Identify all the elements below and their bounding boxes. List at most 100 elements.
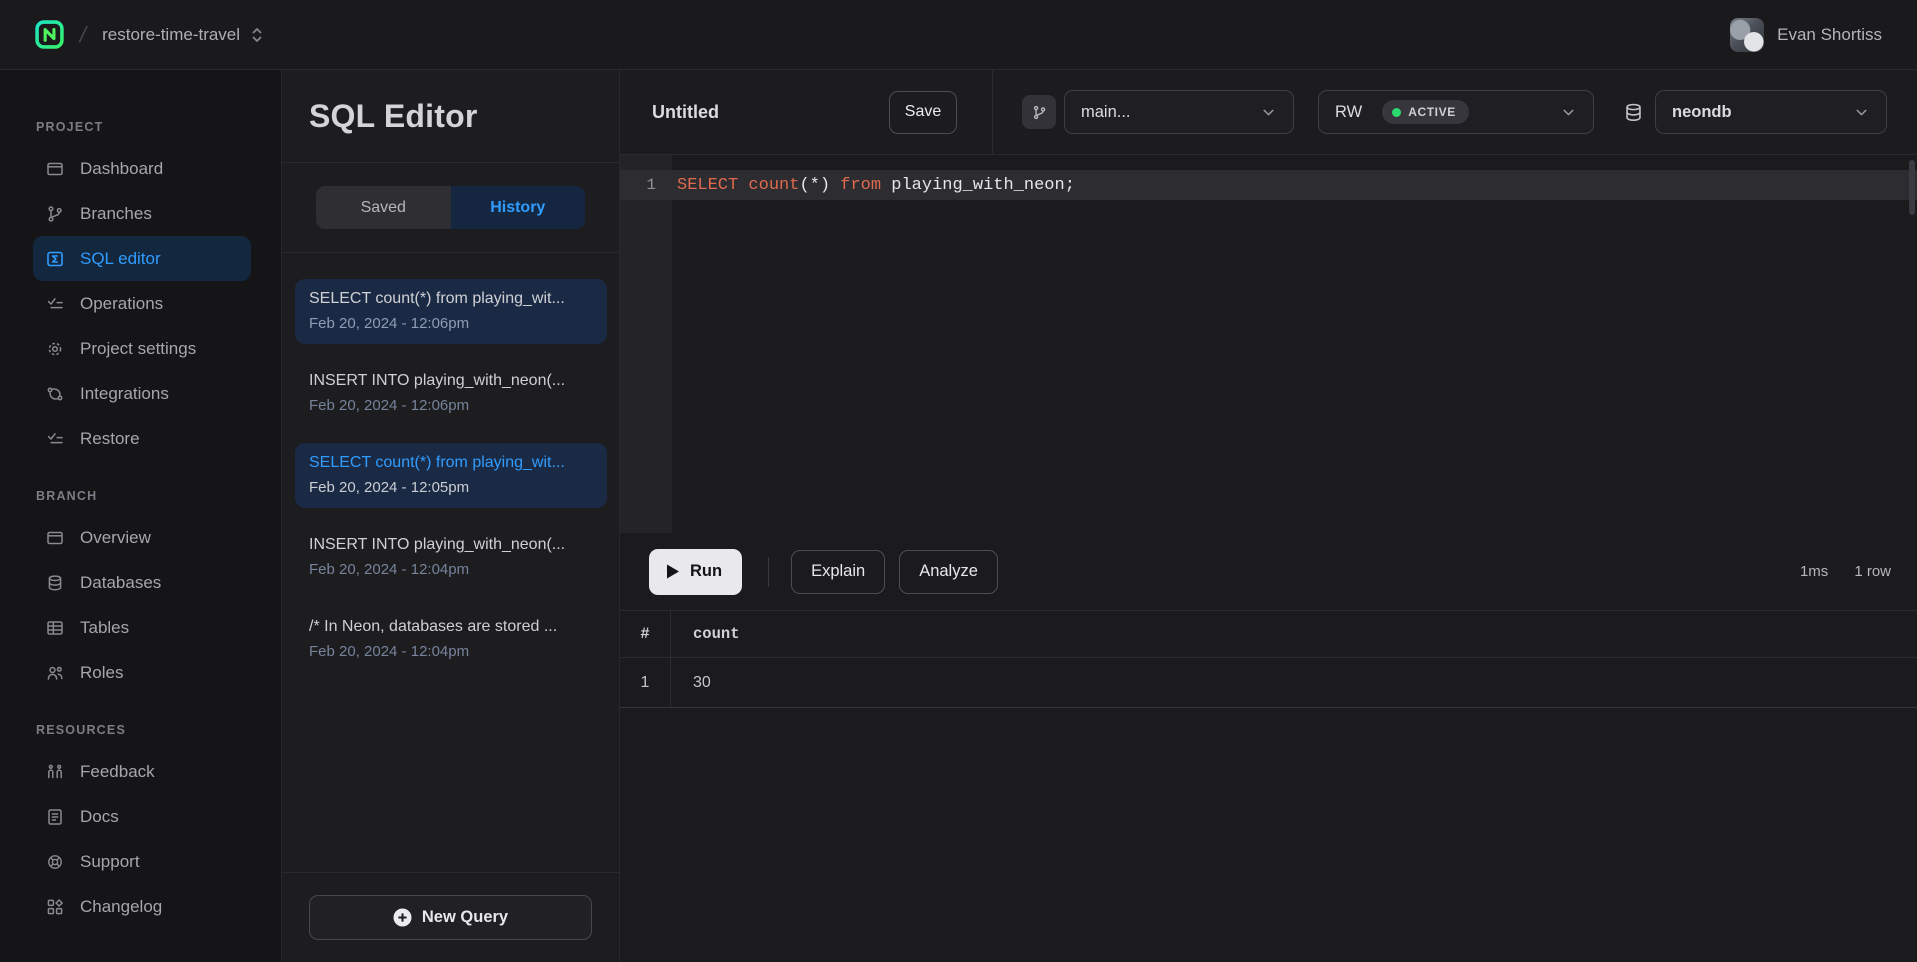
history-date: Feb 20, 2024 - 12:04pm [309, 643, 593, 660]
table-icon [45, 618, 65, 638]
sidebar-item-support[interactable]: Support [33, 839, 251, 884]
new-query-label: New Query [422, 908, 508, 927]
database-select-value: neondb [1672, 103, 1732, 122]
feedback-icon [45, 762, 65, 782]
tab-history[interactable]: History [451, 186, 586, 229]
scrollbar-thumb[interactable] [1909, 160, 1915, 215]
history-item[interactable]: SELECT count(*) from playing_wit... Feb … [295, 443, 607, 508]
branch-icon-button[interactable] [1022, 95, 1056, 129]
history-item[interactable]: INSERT INTO playing_with_neon(... Feb 20… [295, 525, 607, 590]
sidebar-item-sql-editor[interactable]: SQL editor [33, 236, 251, 281]
integrations-icon [45, 384, 65, 404]
editor-gutter [620, 155, 672, 533]
sidebar-item-label: Operations [80, 294, 163, 314]
sidebar-item-project-settings[interactable]: Project settings [33, 326, 251, 371]
tab-saved[interactable]: Saved [316, 186, 451, 229]
history-query: INSERT INTO playing_with_neon(... [309, 536, 593, 554]
git-branch-icon [45, 204, 65, 224]
run-button[interactable]: Run [649, 549, 742, 595]
dashboard-icon [45, 159, 65, 179]
neon-logo-icon[interactable] [35, 20, 64, 49]
branch-select[interactable]: main... [1064, 90, 1294, 134]
history-list: SELECT count(*) from playing_wit... Feb … [282, 253, 619, 872]
docs-icon [45, 807, 65, 827]
history-date: Feb 20, 2024 - 12:06pm [309, 315, 593, 332]
query-duration: 1ms [1800, 563, 1828, 580]
saved-history-tabs: Saved History [316, 186, 585, 229]
run-label: Run [690, 562, 722, 581]
section-label-project: PROJECT [36, 120, 281, 134]
sidebar-item-tables[interactable]: Tables [33, 605, 251, 650]
chevron-down-icon [1560, 104, 1577, 121]
status-dot-icon [1392, 108, 1401, 117]
sql-keyword: SELECT [677, 176, 748, 195]
sidebar-item-roles[interactable]: Roles [33, 650, 251, 695]
page-title: SQL Editor [309, 98, 478, 135]
sql-editor-icon [45, 249, 65, 269]
play-icon [665, 563, 680, 580]
status-badge: ACTIVE [1382, 100, 1469, 124]
sidebar-item-databases[interactable]: Databases [33, 560, 251, 605]
changelog-icon [45, 897, 65, 917]
breadcrumb-project-name[interactable]: restore-time-travel [102, 25, 240, 45]
results-table: # count 1 30 [620, 610, 1917, 962]
query-title[interactable]: Untitled [652, 102, 719, 123]
history-item[interactable]: INSERT INTO playing_with_neon(... Feb 20… [295, 361, 607, 426]
query-stats: 1ms 1 row [1800, 563, 1891, 580]
new-query-button[interactable]: New Query [309, 895, 592, 940]
sidebar-item-label: Feedback [80, 762, 155, 782]
history-date: Feb 20, 2024 - 12:06pm [309, 397, 593, 414]
compute-select[interactable]: RW ACTIVE [1318, 90, 1594, 134]
chevron-down-icon [1260, 104, 1277, 121]
life-buoy-icon [45, 852, 65, 872]
avatar[interactable] [1730, 18, 1764, 52]
results-header-row: # count [620, 610, 1917, 658]
users-icon [45, 663, 65, 683]
editor-active-line[interactable]: 1 SELECT count(*) from playing_with_neon… [620, 170, 1917, 200]
sidebar-item-label: Restore [80, 429, 140, 449]
code-editor[interactable]: 1 SELECT count(*) from playing_with_neon… [620, 155, 1917, 533]
restore-icon [45, 429, 65, 449]
line-number: 1 [620, 176, 656, 194]
sidebar-item-branches[interactable]: Branches [33, 191, 251, 236]
code-line[interactable]: SELECT count(*) from playing_with_neon; [656, 176, 1075, 195]
plus-circle-icon [393, 908, 412, 927]
query-row-count: 1 row [1854, 563, 1891, 580]
history-query: SELECT count(*) from playing_wit... [309, 290, 593, 308]
table-row[interactable]: 1 30 [620, 658, 1917, 708]
sidebar-item-feedback[interactable]: Feedback [33, 749, 251, 794]
sidebar-item-label: Overview [80, 528, 151, 548]
database-icon [45, 573, 65, 593]
history-query: SELECT count(*) from playing_wit... [309, 454, 593, 472]
project-switcher-icon[interactable] [250, 27, 264, 43]
neon-console: / restore-time-travel Evan Shortiss PROJ… [0, 0, 1917, 962]
sidebar-item-label: Roles [80, 663, 123, 683]
history-item[interactable]: SELECT count(*) from playing_wit... Feb … [295, 279, 607, 344]
sidebar-item-operations[interactable]: Operations [33, 281, 251, 326]
sidebar-item-docs[interactable]: Docs [33, 794, 251, 839]
sidebar-item-integrations[interactable]: Integrations [33, 371, 251, 416]
analyze-button[interactable]: Analyze [899, 550, 998, 594]
sidebar-item-restore[interactable]: Restore [33, 416, 251, 461]
sidebar-item-label: Support [80, 852, 140, 872]
sql-editor-panel: SQL Editor Saved History SELECT count(*)… [281, 70, 620, 962]
database-select[interactable]: neondb [1655, 90, 1887, 134]
sidebar-item-dashboard[interactable]: Dashboard [33, 146, 251, 191]
sidebar-item-changelog[interactable]: Changelog [33, 884, 251, 929]
sidebar-item-overview[interactable]: Overview [33, 515, 251, 560]
sidebar-item-label: Docs [80, 807, 119, 827]
overview-icon [45, 528, 65, 548]
sidebar-item-label: Branches [80, 204, 152, 224]
sidebar-item-label: Changelog [80, 897, 162, 917]
explain-button[interactable]: Explain [791, 550, 885, 594]
user-name[interactable]: Evan Shortiss [1777, 25, 1882, 45]
sidebar-item-label: Tables [80, 618, 129, 638]
column-header-index: # [620, 611, 671, 657]
history-item[interactable]: /* In Neon, databases are stored ... Feb… [295, 607, 607, 672]
save-button[interactable]: Save [889, 91, 957, 134]
history-date: Feb 20, 2024 - 12:05pm [309, 479, 593, 496]
history-query: /* In Neon, databases are stored ... [309, 618, 593, 636]
topbar: / restore-time-travel Evan Shortiss [0, 0, 1917, 70]
sidebar: PROJECT Dashboard Branches [0, 70, 281, 962]
section-label-branch: BRANCH [36, 489, 281, 503]
